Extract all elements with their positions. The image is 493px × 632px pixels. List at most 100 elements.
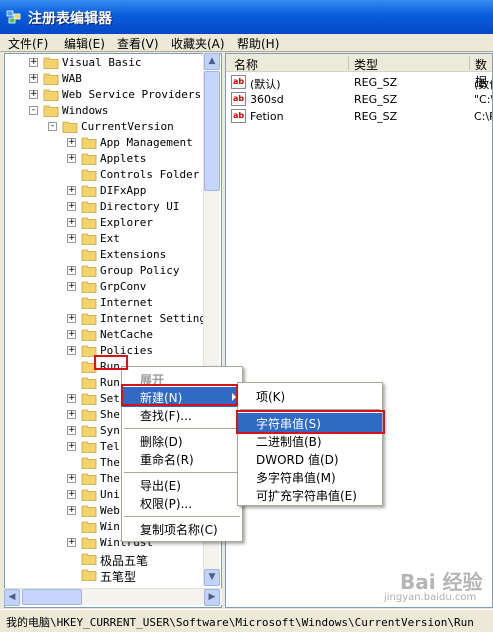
folder-icon [43,73,59,85]
ctx-find[interactable]: 查找(F)... [122,405,242,425]
watermark-brand: Bai 经验 [400,570,483,594]
column-type[interactable]: 类型 [354,56,378,73]
expand-plus-icon[interactable]: + [29,74,38,83]
tree-item-label: Set [100,392,120,405]
expand-plus-icon[interactable]: + [67,202,76,211]
new-submenu: 项(K) 字符串值(S) 二进制值(B) DWORD 值(D) 多字符串值(M)… [237,382,383,506]
ctx-permissions[interactable]: 权限(P)... [122,493,242,513]
submenu-expandable-string-value[interactable]: 可扩充字符串值(E) [238,485,382,505]
list-header: 名称 类型 数据 [226,54,492,89]
scroll-left-icon[interactable]: ◀ [4,589,20,606]
expand-plus-icon[interactable]: + [67,442,76,451]
submenu-key[interactable]: 项(K) [238,386,382,406]
collapse-minus-icon[interactable]: - [29,106,38,115]
expand-plus-icon[interactable]: + [67,314,76,323]
tree-item-label: Group Policy [100,264,180,277]
tree-horizontal-scrollbar[interactable]: ◀ ▶ [4,588,222,606]
submenu-string-value[interactable]: 字符串值(S) [238,413,382,433]
expand-plus-icon[interactable]: + [67,426,76,435]
folder-icon [81,409,97,421]
menu-divider [124,472,240,473]
menu-edit[interactable]: 编辑(E) [64,35,105,52]
menu-view[interactable]: 查看(V) [117,35,159,52]
folder-icon [62,121,78,133]
expand-plus-icon[interactable]: + [67,394,76,403]
menu-help[interactable]: 帮助(H) [237,35,279,52]
tree-item-label: Policies [100,344,153,357]
tree-item-label: Syn [100,424,120,437]
list-item[interactable]: ab 360sd REG_SZ "C:\ [226,91,492,108]
ctx-expand: 展开 [140,373,165,387]
folder-icon [81,281,97,293]
expand-plus-icon[interactable]: + [67,538,76,547]
menu-file[interactable]: 文件(F) [8,35,48,52]
tree-item-label: WAB [62,72,82,85]
regedit-app-icon [6,10,21,24]
submenu-dword-value[interactable]: DWORD 值(D) [238,449,382,469]
folder-icon [81,441,97,453]
tree-item-label: 极品五笔 [100,554,149,568]
folder-icon [81,345,97,357]
tree-item-label: Win [100,520,120,533]
folder-icon [81,153,97,165]
expand-plus-icon[interactable]: + [29,90,38,99]
value-name: (默认) [250,78,281,91]
folder-icon [81,425,97,437]
value-name: Fetion [250,110,284,123]
submenu-binary-value[interactable]: 二进制值(B) [238,431,382,451]
values-list-pane[interactable]: 名称 类型 数据 ab (默认) REG_SZ (数值 ab 360sd REG_SZ "C:… [225,53,493,608]
tree-item-label: 五笔型 [100,570,137,584]
folder-icon [43,89,59,101]
folder-icon [81,457,97,469]
scroll-down-icon[interactable]: ▼ [204,569,220,586]
menu-bar: 文件(F) 编辑(E) 查看(V) 收藏夹(A) 帮助(H) [0,34,493,52]
string-value-icon: ab [231,109,246,123]
expand-plus-icon[interactable]: + [67,474,76,483]
tree-item-label: Uni [100,488,120,501]
value-data: C:\P [474,110,492,123]
ctx-export[interactable]: 导出(E) [122,475,242,495]
menu-divider [240,409,380,410]
column-separator[interactable] [348,56,349,70]
collapse-minus-icon[interactable]: - [48,122,57,131]
expand-plus-icon[interactable]: + [67,218,76,227]
ctx-delete[interactable]: 删除(D) [122,431,242,451]
expand-plus-icon[interactable]: + [67,138,76,147]
list-item[interactable]: ab (默认) REG_SZ (数值 [226,74,492,91]
tree-item-label: Run [100,360,120,373]
menu-favorites[interactable]: 收藏夹(A) [171,35,225,52]
folder-icon [43,105,59,117]
ctx-rename[interactable]: 重命名(R) [122,449,242,469]
tree-item-label: Visual Basic [62,56,142,69]
scroll-right-icon[interactable]: ▶ [204,589,220,606]
string-value-icon: ab [231,75,246,89]
h-scroll-thumb[interactable] [22,589,82,605]
expand-plus-icon[interactable]: + [67,490,76,499]
submenu-multi-string-value[interactable]: 多字符串值(M) [238,467,382,487]
folder-icon [81,313,97,325]
title-bar: 注册表编辑器 [0,0,493,34]
expand-plus-icon[interactable]: + [67,266,76,275]
value-name: 360sd [250,93,284,106]
tree-item-label: Run [100,376,120,389]
expand-plus-icon[interactable]: + [29,58,38,67]
tree-item-label: GrpConv [100,280,147,293]
expand-plus-icon[interactable]: + [67,346,76,355]
list-item[interactable]: ab Fetion REG_SZ C:\P [226,108,492,125]
column-name[interactable]: 名称 [234,56,258,73]
status-bar: 我的电脑\HKEY_CURRENT_USER\Software\Microsof… [0,609,493,632]
scroll-thumb[interactable] [204,71,220,191]
expand-plus-icon[interactable]: + [67,154,76,163]
expand-plus-icon[interactable]: + [67,282,76,291]
scroll-up-icon[interactable]: ▲ [204,53,220,70]
tree-item-label: Internet Settings [100,312,213,325]
column-separator[interactable] [469,56,470,70]
expand-plus-icon[interactable]: + [67,330,76,339]
expand-plus-icon[interactable]: + [67,186,76,195]
expand-plus-icon[interactable]: + [67,410,76,419]
expand-plus-icon[interactable]: + [67,506,76,515]
ctx-new[interactable]: 新建(N) [122,387,242,407]
ctx-copy-key-name[interactable]: 复制项名称(C) [122,519,242,539]
tree-item-label: Windows [62,104,109,117]
expand-plus-icon[interactable]: + [67,234,76,243]
